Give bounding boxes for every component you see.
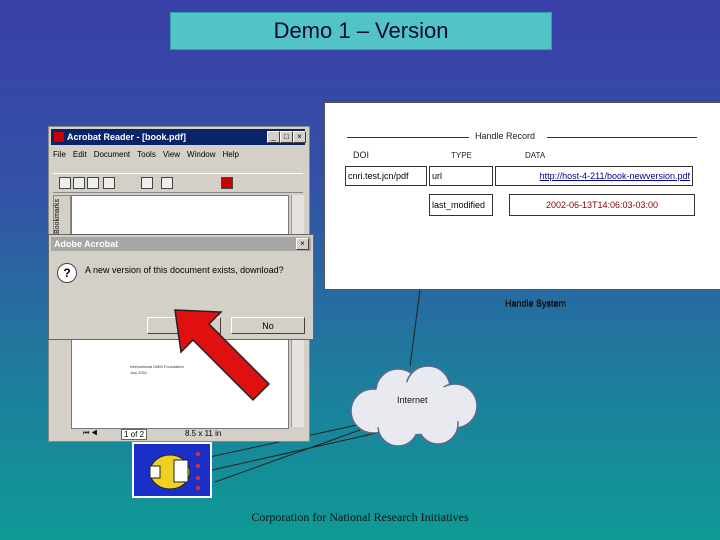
acrobat-title: Acrobat Reader - [book.pdf] <box>67 132 187 142</box>
menu-document[interactable]: Document <box>94 150 130 159</box>
close-button[interactable]: × <box>293 131 306 143</box>
internet-cloud-icon <box>350 366 478 446</box>
menu-file[interactable]: File <box>53 150 66 159</box>
dialog-title-bar: Adobe Acrobat <box>51 237 311 251</box>
save-icon[interactable] <box>73 177 85 189</box>
question-icon: ? <box>57 263 77 283</box>
col-type: TYPE <box>451 151 472 160</box>
footer-credit: Corporation for National Research Initia… <box>251 510 469 524</box>
acrobat-logo-icon <box>54 132 64 142</box>
bookmarks-tab[interactable]: Bookmarks <box>53 195 71 237</box>
nav-arrows-icon[interactable]: ⏮ ◀ <box>83 430 98 438</box>
plug-icon <box>132 442 212 498</box>
page-size: 8.5 x 11 in <box>185 429 222 438</box>
internet-label: Internet <box>397 395 428 405</box>
adobe-icon <box>221 177 233 189</box>
menu-edit[interactable]: Edit <box>73 150 87 159</box>
last-modified-value: 2002-06-13T14:06:03-03:00 <box>509 194 695 216</box>
find-icon[interactable] <box>141 177 153 189</box>
url-link[interactable]: http://host-4-211/book-newversion.pdf <box>495 166 693 186</box>
acrobat-toolbar <box>53 173 303 193</box>
menu-view[interactable]: View <box>163 150 180 159</box>
type-url: url <box>429 166 493 186</box>
doi-value: cnri.test.jcn/pdf <box>345 166 427 186</box>
menu-help[interactable]: Help <box>223 150 239 159</box>
handle-system-caption: Handle System <box>505 298 567 308</box>
handle-record-panel: Handle Record DOI TYPE DATA cnri.test.jc… <box>324 102 720 309</box>
col-data: DATA <box>525 151 546 160</box>
menu-tools[interactable]: Tools <box>137 150 156 159</box>
page-indicator[interactable]: 1 of 2 <box>121 429 148 440</box>
open-icon[interactable] <box>59 177 71 189</box>
dialog-title: Adobe Acrobat <box>54 239 119 249</box>
type-last-modified: last_modified <box>429 194 493 216</box>
dialog-close-button[interactable]: × <box>296 238 309 250</box>
acrobat-menu-bar: File Edit Document Tools View Window Hel… <box>53 147 239 161</box>
col-doi: DOI <box>353 150 370 160</box>
menu-window[interactable]: Window <box>187 150 215 159</box>
print-icon[interactable] <box>87 177 99 189</box>
zoom-icon[interactable] <box>103 177 115 189</box>
status-bar: ⏮ ◀ 1 of 2 8.5 x 11 in <box>53 428 305 440</box>
panel-icon[interactable] <box>161 177 173 189</box>
minimize-button[interactable]: _ <box>267 131 280 143</box>
red-arrow-icon <box>174 309 271 402</box>
dialog-message: A new version of this document exists, d… <box>85 265 284 275</box>
handle-record-heading: Handle Record <box>475 131 536 141</box>
maximize-button[interactable]: □ <box>280 131 293 143</box>
